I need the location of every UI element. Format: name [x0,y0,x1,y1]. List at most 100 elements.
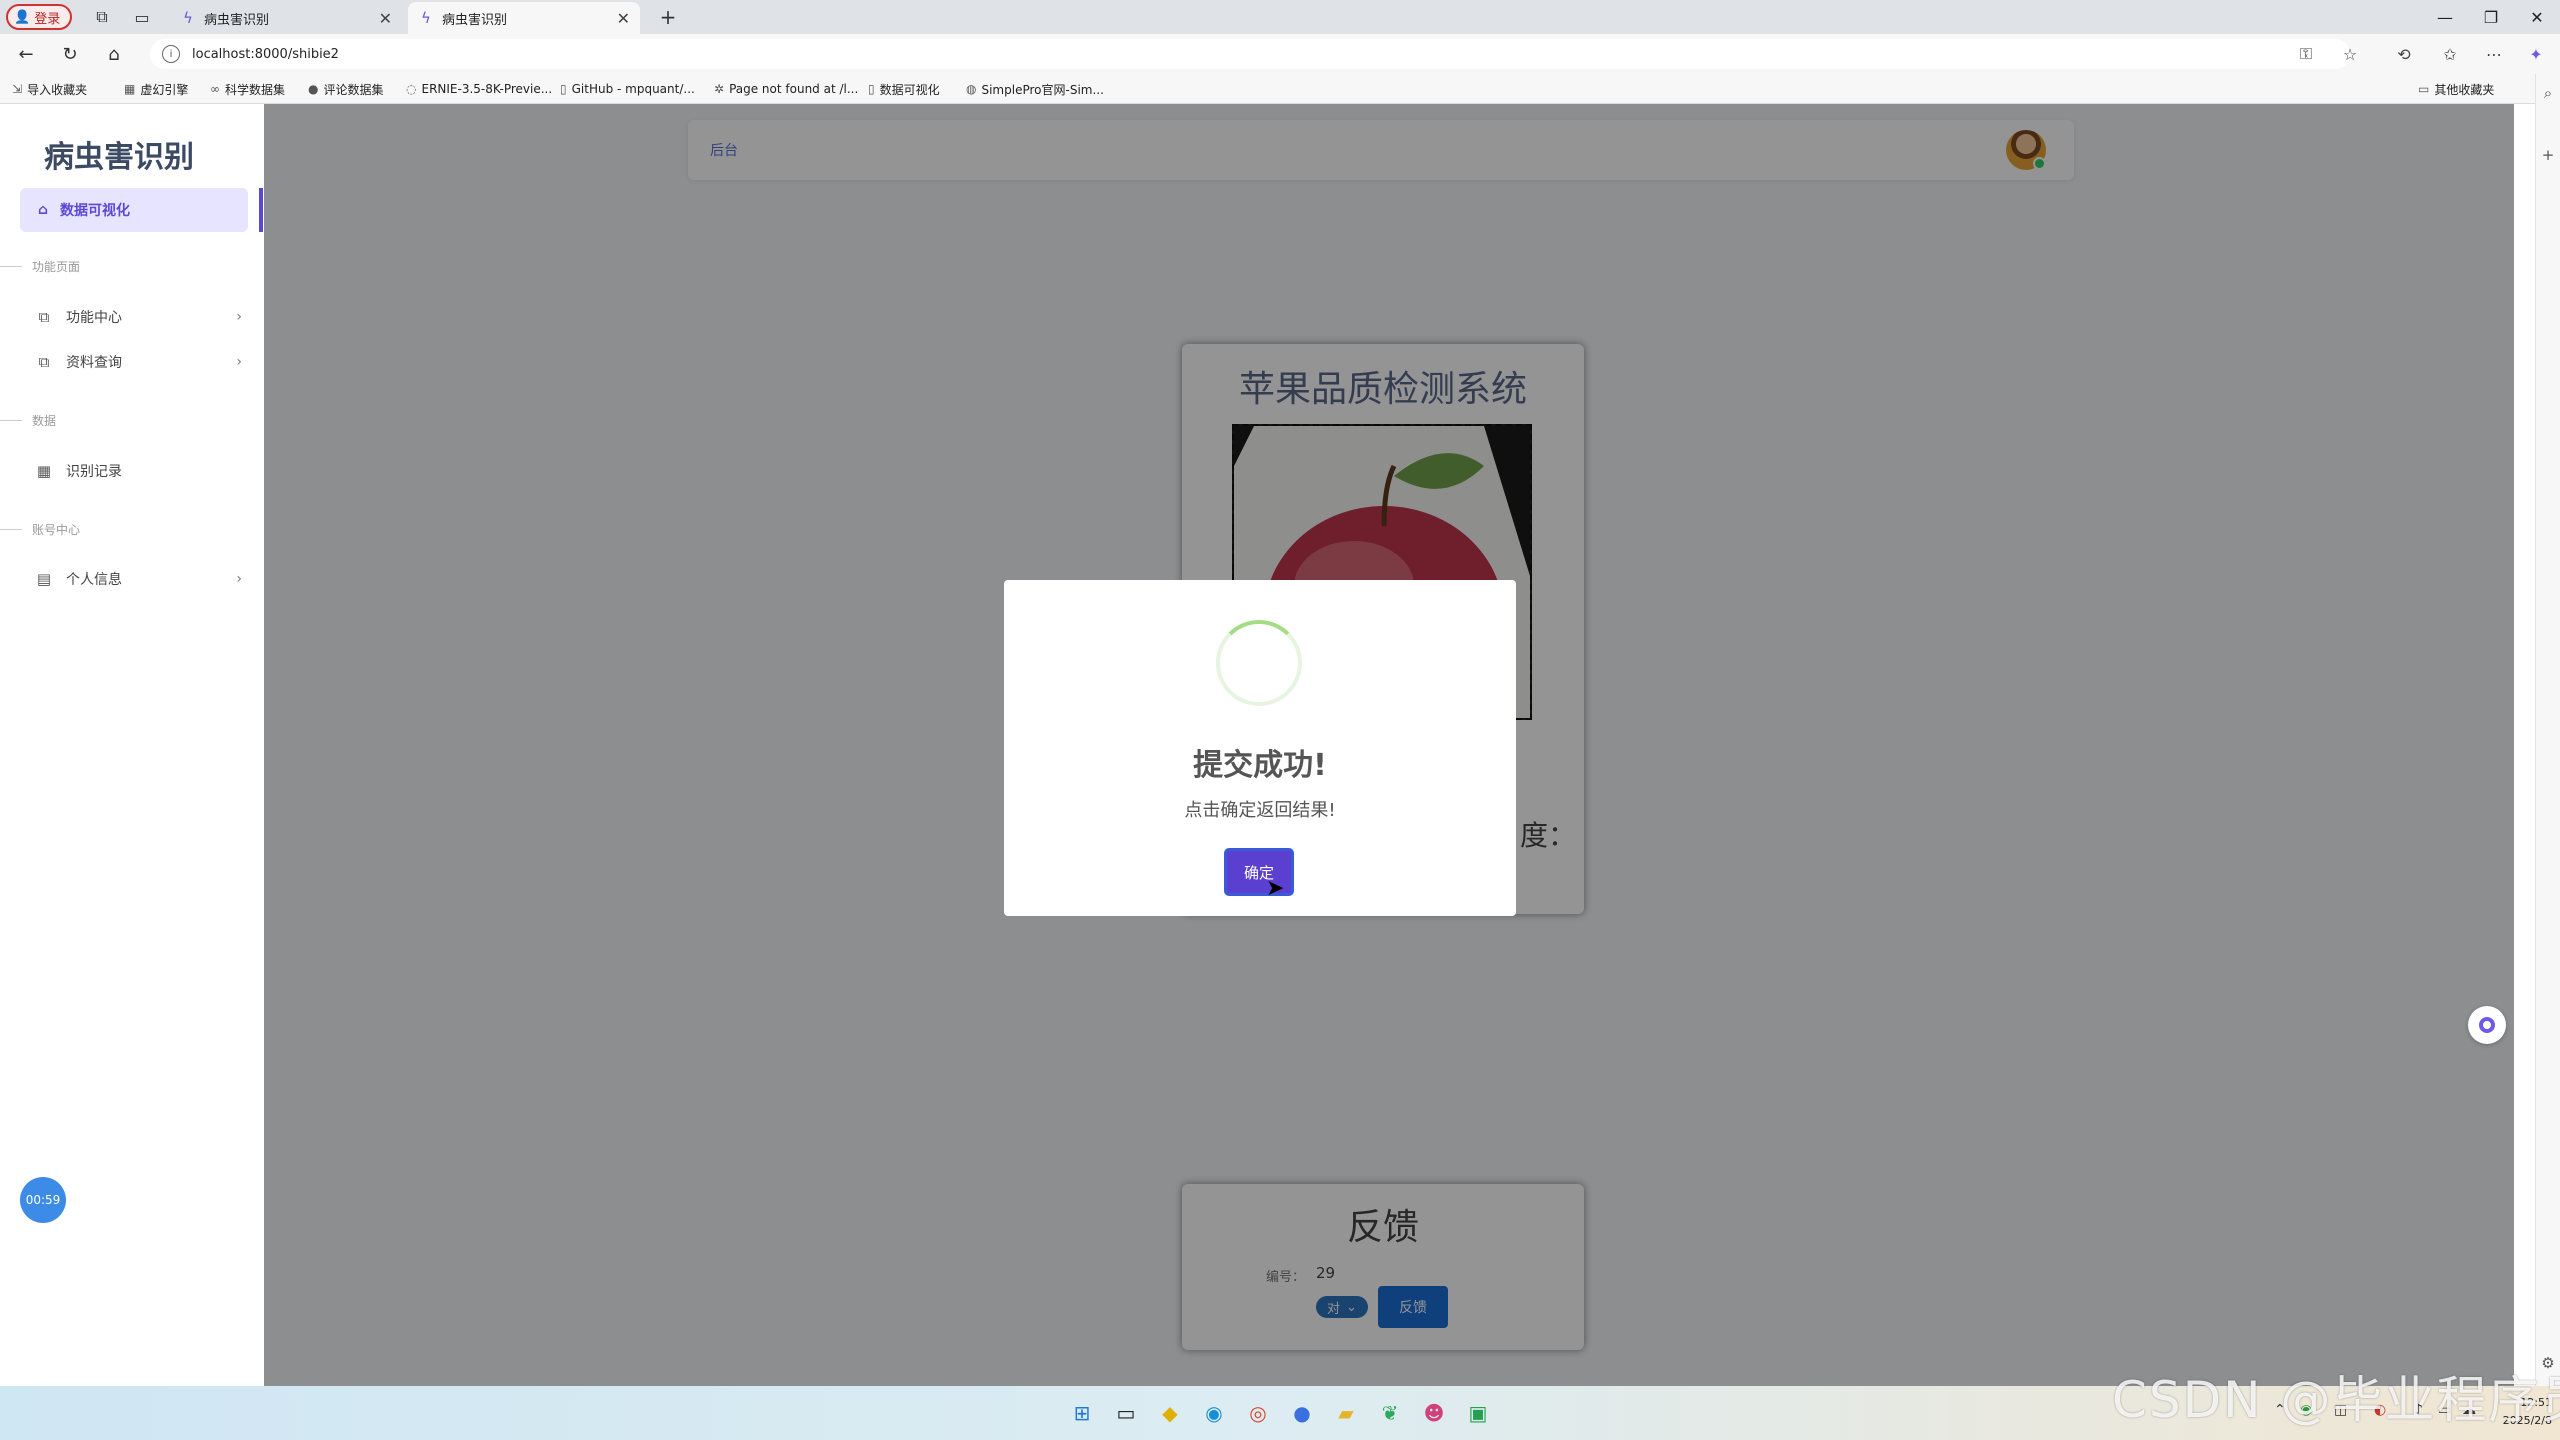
simplepro-icon: ◍ [966,82,977,96]
site-info-icon[interactable]: i [162,45,180,63]
import-icon: ⇲ [12,82,23,96]
bookmark-unreal[interactable]: ▦ 虚幻引擎 [124,78,188,100]
pycharm-icon[interactable]: ▣ [1464,1399,1492,1427]
edge-sidebar: ⌕ + ⚙ [2535,74,2560,1386]
close-window-icon[interactable]: ✕ [2514,0,2560,34]
mouse-cursor-icon: ➤ [1266,876,1285,901]
more-menu-icon[interactable]: ⋯ [2478,40,2510,68]
assistant-ring-icon [2479,1017,2495,1033]
profile-label: 登录 [34,11,61,27]
bookmark-icon: ▦ [124,82,136,96]
windows-start-icon[interactable]: ⊞ [1068,1399,1096,1427]
tab-actions-icon[interactable]: ▭ [128,4,156,30]
new-tab-icon[interactable]: + [654,4,682,30]
sidebar-item-data-visualization[interactable]: ⌂ 数据可视化 [20,188,248,232]
app-circle-icon[interactable]: ● [1288,1399,1316,1427]
file-explorer-icon[interactable]: ▰ [1332,1399,1360,1427]
folder-icon: ▭ [2418,82,2430,96]
web-page: 病虫害识别 ⌂ 数据可视化 功能页面 ⧉ 功能中心 › ⧉ 资料查询 › 数据 … [0,104,2514,1386]
bookmark-simplepro[interactable]: ◍ SimplePro官网-Sim... [966,78,1104,100]
section-data: 数据 [0,412,56,429]
profile-button[interactable]: 👤 登录 [6,4,72,30]
bookmark-science-dataset[interactable]: ∞ 科学数据集 [210,78,285,100]
bookmark-review-dataset[interactable]: ● 评论数据集 [308,78,384,100]
chevron-right-icon: › [236,354,242,370]
back-icon[interactable]: ← [10,40,42,68]
workspaces-icon[interactable]: ⧉ [88,4,116,30]
sidebar-item-label: 数据可视化 [60,203,131,219]
bookmark-data-vis[interactable]: ▯ 数据可视化 [868,78,940,100]
table-icon: ▦ [36,462,52,480]
success-spinner-icon [1216,620,1302,706]
csdn-watermark: CSDN @毕业程序员 [2112,1371,2560,1429]
sidebar-item-label: 资料查询 [66,355,122,371]
sidebar-item-label: 个人信息 [66,572,122,588]
dialog-message: 点击确定返回结果! [1184,800,1336,821]
chevron-right-icon: › [236,571,242,587]
sidebar: 病虫害识别 ⌂ 数据可视化 功能页面 ⧉ 功能中心 › ⧉ 资料查询 › 数据 … [0,104,265,1386]
home-icon: ⌂ [38,202,49,218]
favorites-icon[interactable]: ✩ [2434,40,2466,68]
edge-browser-icon[interactable]: ◉ [1200,1399,1228,1427]
bookmark-other[interactable]: ▭ 其他收藏夹 [2418,78,2494,100]
page-icon: ▯ [868,82,875,96]
refresh-icon[interactable]: ↻ [54,40,86,68]
sidebar-item-label: 功能中心 [66,310,122,326]
success-dialog: 提交成功! 点击确定返回结果! 确定 ➤ [1004,580,1516,916]
chrome-icon[interactable]: ◎ [1244,1399,1272,1427]
paw-icon: ✲ [714,82,725,96]
close-tab-icon[interactable]: ✕ [617,9,630,28]
restore-icon[interactable]: ❐ [2468,0,2514,34]
tab-title: 病虫害识别 [204,12,270,28]
address-bar-row: ← ↻ ⌂ i localhost:8000/shibie2 ⚿ ☆ ⟲ ✩ ⋯… [0,34,2560,74]
app-leaf-icon[interactable]: ❦ [1376,1399,1404,1427]
sidebar-item-label: 识别记录 [66,464,122,480]
timer-bubble[interactable]: 00:59 [20,1177,66,1223]
github-icon: ● [308,82,319,96]
brand-title: 病虫害识别 [44,140,194,175]
tab-2[interactable]: ϟ 病虫害识别 ✕ [408,2,640,34]
url-field[interactable]: i localhost:8000/shibie2 [150,39,2350,69]
url-text: localhost:8000/shibie2 [192,46,339,62]
section-account: 账号中心 [0,521,80,538]
ernie-icon: ◌ [406,82,417,96]
bookmark-github[interactable]: ▯ GitHub - mpquant/... [560,78,695,100]
sidebar-item-info-query[interactable]: ⧉ 资料查询 › [36,347,242,377]
browser-tab-bar: 👤 登录 ⧉ ▭ ϟ 病虫害识别 ✕ ϟ 病虫害识别 ✕ + — ❐ ✕ [0,0,2560,34]
close-tab-icon[interactable]: ✕ [379,9,392,28]
app-person-icon[interactable]: ☻ [1420,1399,1448,1427]
app-shield-icon[interactable]: ◆ [1156,1399,1184,1427]
chevron-right-icon: › [236,309,242,325]
active-indicator [259,188,263,232]
user-icon: 👤 [14,9,31,25]
copilot-icon[interactable]: ✦ [2520,40,2552,68]
search-icon[interactable]: ⌕ [2540,84,2556,102]
copy-icon: ⧉ [38,308,50,326]
sidebar-item-function-center[interactable]: ⧉ 功能中心 › [36,302,242,332]
sidebar-item-profile[interactable]: ▤ 个人信息 › [36,564,242,594]
key-icon[interactable]: ⚿ [2290,40,2322,68]
site-favicon-icon: ϟ [183,9,193,27]
copy-icon: ⧉ [38,353,50,371]
tab-title: 病虫害识别 [442,12,508,28]
bookmark-ernie[interactable]: ◌ ERNIE-3.5-8K-Previe... [406,78,552,100]
add-icon[interactable]: + [2540,146,2556,164]
sidebar-item-records[interactable]: ▦ 识别记录 [36,456,242,486]
bookmark-import[interactable]: ⇲ 导入收藏夹 [12,78,87,100]
tab-1[interactable]: ϟ 病虫害识别 ✕ [170,2,402,34]
section-functions: 功能页面 [0,258,80,275]
home-icon[interactable]: ⌂ [98,40,130,68]
brand: 病虫害识别 [36,132,194,176]
task-view-icon[interactable]: ▭ [1112,1399,1140,1427]
bookmarks-bar: ⇲ 导入收藏夹 ▦ 虚幻引擎 ∞ 科学数据集 ● 评论数据集 ◌ ERNIE-3.5-8K… [0,74,2560,104]
page-icon: ▯ [560,82,567,96]
site-favicon-icon: ϟ [421,9,431,27]
favorite-star-icon[interactable]: ☆ [2334,40,2366,68]
bookmark-page-not-found[interactable]: ✲ Page not found at /l... [714,78,858,100]
link-icon: ∞ [210,82,220,96]
calendar-icon: ▤ [36,570,52,588]
extensions-icon[interactable]: ⟲ [2388,40,2420,68]
minimize-icon[interactable]: — [2422,0,2468,34]
dialog-heading: 提交成功! [1193,748,1327,783]
floating-assistant-button[interactable] [2468,1006,2506,1044]
